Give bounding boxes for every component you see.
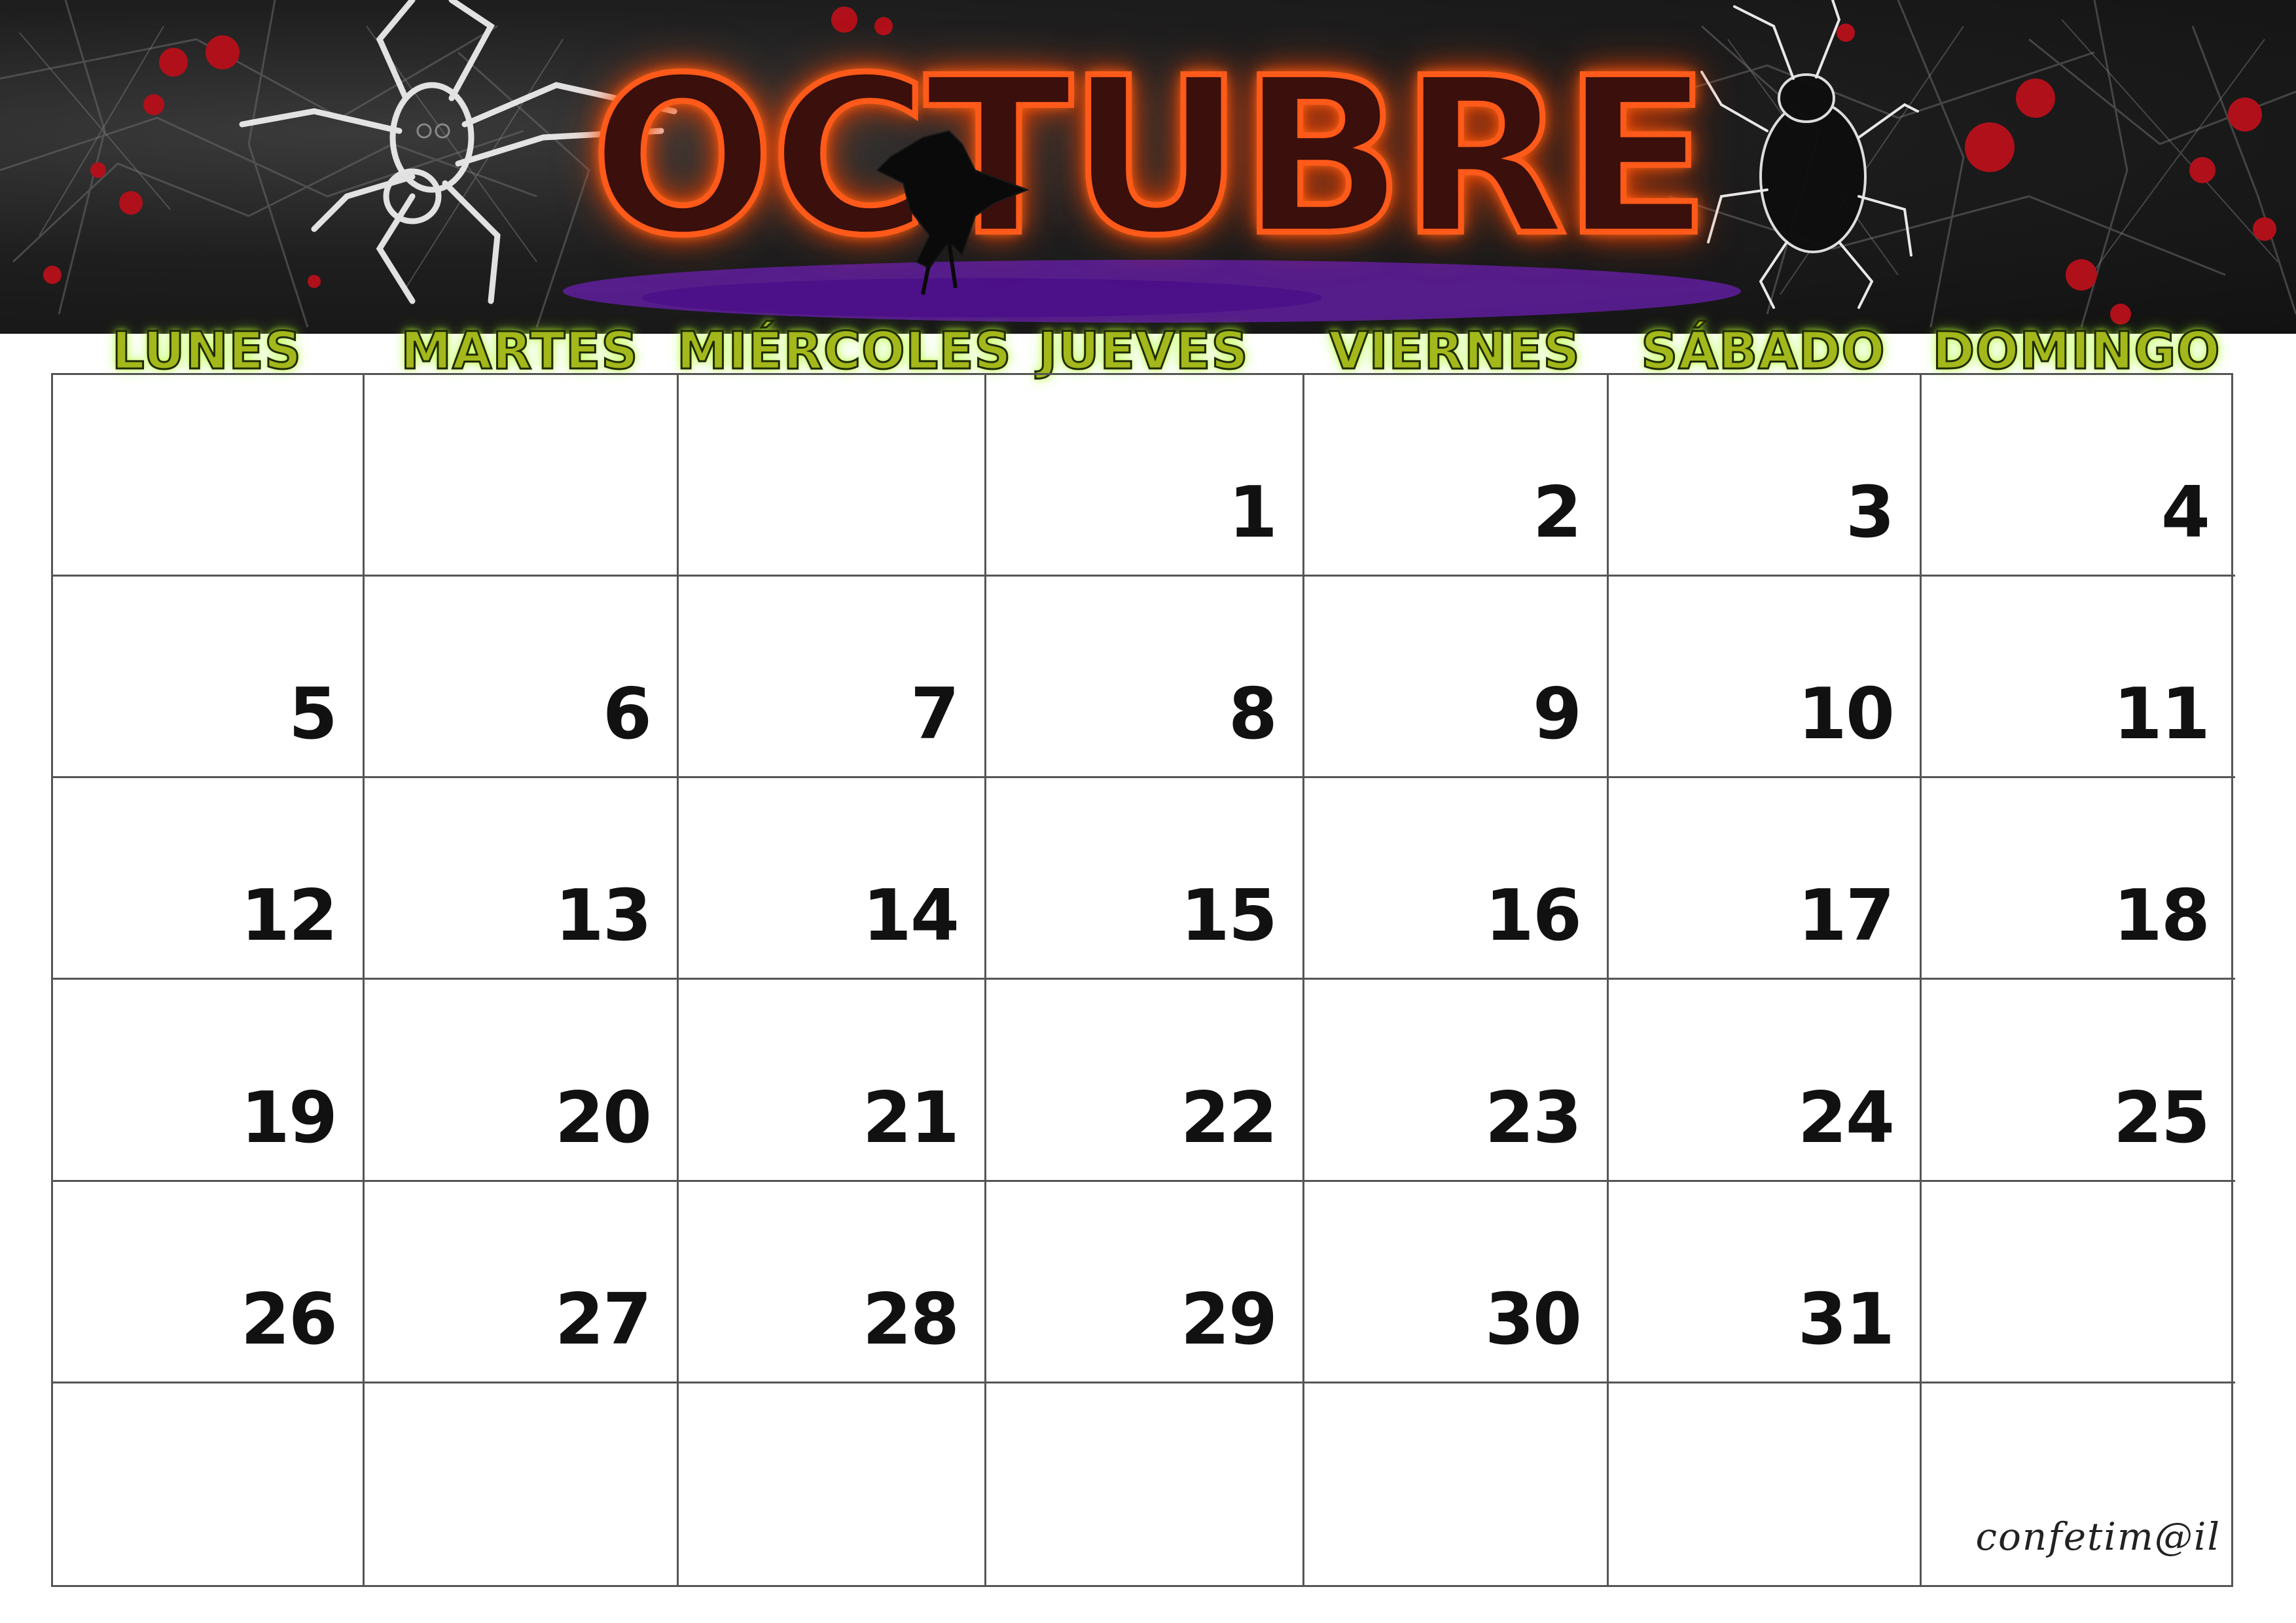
weekday-header-row: LUNES MARTES MIÉRCOLES JUEVES VIERNES SÁ… (51, 321, 2233, 382)
day-cell[interactable]: 15 (986, 778, 1304, 980)
day-cell[interactable]: 27 (365, 1181, 679, 1383)
day-cell[interactable]: 30 (1304, 1181, 1609, 1383)
day-cell[interactable] (1609, 1383, 1922, 1585)
day-cell[interactable]: 28 (679, 1181, 986, 1383)
day-cell[interactable]: 4 (1922, 375, 2235, 577)
day-cell[interactable]: 6 (365, 577, 679, 779)
signature-text: confetim@il (1975, 1514, 2221, 1559)
day-number: 22 (1180, 1077, 1278, 1159)
day-cell[interactable] (679, 375, 986, 577)
day-cell[interactable]: 31 (1609, 1181, 1922, 1383)
day-cell[interactable] (1922, 1182, 2235, 1383)
day-number: 3 (1845, 472, 1895, 554)
day-cell[interactable]: 18 (1922, 778, 2235, 980)
day-number: 11 (2113, 673, 2210, 756)
beetle-icon (1700, 0, 1919, 309)
day-cell[interactable]: 8 (986, 577, 1304, 779)
day-number: 29 (1180, 1278, 1278, 1361)
day-cell[interactable]: 5 (53, 577, 365, 779)
day-number: 8 (1228, 673, 1278, 756)
day-cell[interactable] (679, 1383, 986, 1585)
day-cell[interactable]: confetim@il (1922, 1383, 2235, 1585)
day-number: 23 (1484, 1077, 1582, 1159)
weekday-sunday: DOMINGO (1931, 321, 2221, 382)
day-number: 31 (1797, 1278, 1895, 1361)
day-cell[interactable]: 29 (986, 1181, 1304, 1383)
day-number: 19 (240, 1077, 338, 1159)
day-number: 27 (554, 1278, 652, 1361)
day-number: 1 (1228, 472, 1278, 554)
day-cell[interactable] (986, 1383, 1304, 1585)
day-cell[interactable]: 7 (679, 577, 986, 779)
header-banner: OCTUBRE (0, 0, 2296, 334)
day-number: 7 (910, 673, 960, 756)
day-cell[interactable]: 26 (53, 1181, 365, 1383)
day-cell[interactable]: 2 (1304, 375, 1609, 577)
day-cell[interactable]: 3 (1609, 375, 1922, 577)
weekday-wednesday: MIÉRCOLES (676, 321, 1013, 382)
day-number: 25 (2113, 1077, 2210, 1159)
day-number: 24 (1797, 1077, 1895, 1159)
day-number: 26 (240, 1278, 338, 1361)
crow-icon (876, 130, 1030, 295)
weekday-tuesday: MARTES (400, 321, 639, 382)
day-number: 4 (2161, 472, 2210, 554)
day-cell[interactable]: 12 (53, 778, 365, 980)
day-number: 21 (862, 1077, 960, 1159)
day-cell[interactable] (53, 1383, 365, 1585)
day-cell[interactable] (53, 375, 365, 577)
day-cell[interactable]: 1 (986, 375, 1304, 577)
day-number: 5 (288, 673, 338, 756)
day-cell[interactable] (365, 1383, 679, 1585)
day-cell[interactable]: 23 (1304, 980, 1609, 1182)
weekday-thursday: JUEVES (1037, 321, 1249, 382)
day-number: 14 (862, 875, 960, 957)
day-cell[interactable] (1304, 1383, 1609, 1585)
day-cell[interactable]: 22 (986, 980, 1304, 1182)
day-cell[interactable]: 9 (1304, 577, 1609, 779)
day-cell[interactable]: 10 (1609, 577, 1922, 779)
day-number: 17 (1797, 875, 1895, 957)
day-cell[interactable]: 13 (365, 778, 679, 980)
weekday-monday: LUNES (111, 321, 302, 382)
day-number: 13 (554, 875, 652, 957)
day-number: 12 (240, 875, 338, 957)
day-number: 15 (1180, 875, 1278, 957)
weekday-friday: VIERNES (1328, 321, 1581, 382)
day-number: 30 (1484, 1278, 1582, 1361)
day-number: 16 (1484, 875, 1582, 957)
day-cell[interactable]: 16 (1304, 778, 1609, 980)
day-cell[interactable]: 20 (365, 980, 679, 1182)
day-number: 10 (1797, 673, 1895, 756)
day-number: 9 (1532, 673, 1582, 756)
calendar-grid: 1 2 3 4 5 6 7 8 9 10 11 12 13 14 15 16 17 18 19 20 21 22 23 24 2… (51, 373, 2235, 1587)
weekday-saturday: SÁBADO (1640, 321, 1886, 382)
day-cell[interactable] (365, 375, 679, 577)
day-number: 20 (554, 1077, 652, 1159)
day-cell[interactable]: 24 (1609, 980, 1922, 1182)
day-number: 28 (862, 1278, 960, 1361)
day-cell[interactable]: 17 (1609, 778, 1922, 980)
day-number: 2 (1532, 472, 1582, 554)
day-cell[interactable]: 19 (53, 980, 365, 1182)
day-cell[interactable]: 14 (679, 778, 986, 980)
day-number: 18 (2113, 875, 2210, 957)
day-number: 6 (602, 673, 652, 756)
day-cell[interactable]: 11 (1922, 577, 2235, 779)
day-cell[interactable]: 25 (1922, 980, 2235, 1182)
month-title: OCTUBRE (588, 31, 1713, 283)
day-cell[interactable]: 21 (679, 980, 986, 1182)
